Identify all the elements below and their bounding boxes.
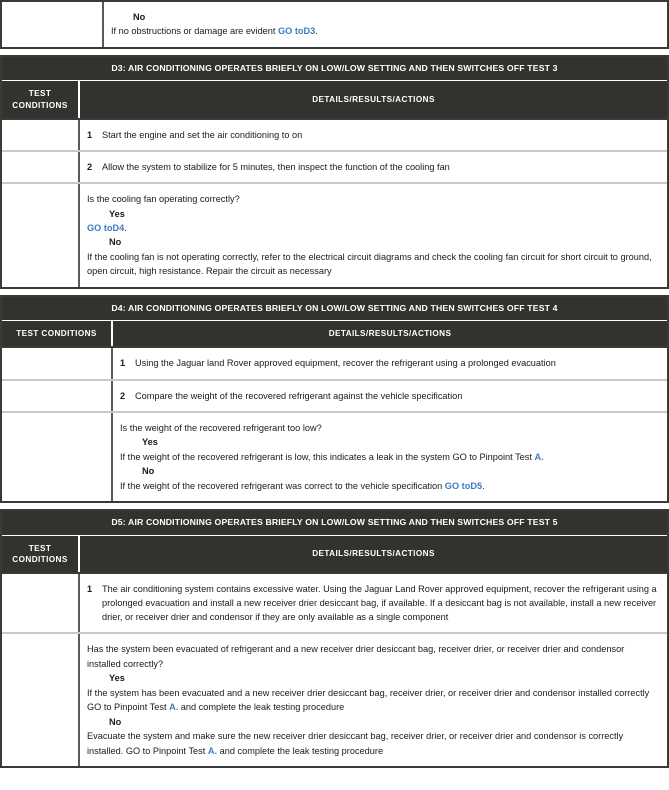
test-section-d4: D4: AIR CONDITIONING OPERATES BRIEFLY ON… (0, 294, 669, 503)
answer-text-before: If no obstructions or damage are evident (111, 26, 279, 37)
details-results-actions-cell: 1 The air conditioning system contains e… (80, 574, 667, 633)
pinpoint-test-link-a[interactable]: A. (535, 452, 544, 462)
goto-link-d3[interactable]: GO toD3 (278, 26, 315, 36)
goto-link-d4[interactable]: GO toD4 (87, 223, 124, 233)
answer-label-yes: Yes (142, 437, 158, 448)
step-text: Using the Jaguar land Rover approved equ… (135, 358, 556, 369)
step-text: Allow the system to stabilize for 5 minu… (102, 161, 450, 172)
details-results-actions-cell: 1 Using the Jaguar land Rover approved e… (113, 348, 667, 378)
answer-label-yes: Yes (109, 673, 125, 684)
table-row: 1 The air conditioning system contains e… (2, 571, 667, 633)
table-row: 1 Start the engine and set the air condi… (2, 117, 667, 150)
answer-text-no: If no obstructions or damage are evident… (111, 24, 657, 38)
test-conditions-cell (2, 151, 80, 183)
procedure-step: 2 Allow the system to stabilize for 5 mi… (80, 160, 657, 174)
test-conditions-cell (2, 348, 113, 379)
question-answer-block: Has the system been evacuated of refrige… (80, 642, 657, 758)
diagnostic-question: Is the weight of the recovered refrigera… (120, 422, 322, 433)
details-results-actions-cell: No If no obstructions or damage are evid… (104, 2, 667, 47)
procedure-step: 2 Compare the weight of the recovered re… (113, 389, 657, 403)
table-row: Has the system been evacuated of refrige… (2, 632, 667, 766)
answer-text-after: . (315, 26, 318, 37)
answer-no-before: If the cooling fan is not operating corr… (87, 251, 652, 277)
test-conditions-cell (2, 412, 113, 501)
answer-block: No If no obstructions or damage are evid… (104, 10, 657, 39)
table-row: Is the cooling fan operating correctly? … (2, 182, 667, 287)
diagnostic-question: Has the system been evacuated of refrige… (87, 644, 625, 669)
diagnostic-question: Is the cooling fan operating correctly? (87, 194, 240, 205)
column-header-row-d5: TEST CONDITIONS DETAILS/RESULTS/ACTIONS (2, 534, 667, 572)
question-answer-block: Is the cooling fan operating correctly? … (80, 192, 657, 279)
column-header-row-d4: TEST CONDITIONS DETAILS/RESULTS/ACTIONS (2, 320, 667, 347)
test-conditions-cell (2, 573, 80, 633)
answer-yes-after: and complete the leak testing procedure (178, 702, 345, 713)
step-number: 2 (120, 390, 126, 401)
step-number: 1 (87, 129, 93, 140)
test-section-d3: D3: AIR CONDITIONING OPERATES BRIEFLY ON… (0, 54, 669, 289)
answer-text-no: If the cooling fan is not operating corr… (87, 250, 657, 279)
question-answer-block: Is the weight of the recovered refrigera… (113, 421, 657, 493)
answer-label-no: No (133, 12, 146, 22)
column-header-details-results-actions: DETAILS/RESULTS/ACTIONS (312, 549, 435, 559)
test-conditions-cell (2, 634, 80, 766)
test-conditions-cell (2, 184, 80, 287)
details-results-actions-cell: 2 Compare the weight of the recovered re… (113, 381, 667, 411)
answer-label-yes: Yes (109, 208, 125, 219)
goto-link-d5[interactable]: GO toD5 (445, 481, 482, 491)
details-results-actions-cell: Is the cooling fan operating correctly? … (80, 184, 667, 287)
test-conditions-cell (2, 119, 80, 150)
table-row: 2 Allow the system to stabilize for 5 mi… (2, 149, 667, 183)
details-results-actions-cell: Is the weight of the recovered refrigera… (113, 413, 667, 501)
column-header-row-d3: TEST CONDITIONS DETAILS/RESULTS/ACTIONS (2, 80, 667, 118)
answer-no-after: . (482, 480, 485, 491)
step-text: Start the engine and set the air conditi… (102, 129, 303, 140)
answer-yes-after: . (124, 222, 127, 233)
answer-label-no: No (109, 237, 122, 248)
answer-text-yes: GO toD4. (87, 221, 657, 235)
table-row: Is the weight of the recovered refrigera… (2, 410, 667, 501)
column-header-test-conditions: TEST CONDITIONS (2, 321, 113, 347)
procedure-step: 1 Start the engine and set the air condi… (80, 128, 657, 142)
procedure-step: 1 The air conditioning system contains e… (80, 582, 657, 625)
column-header-details-results-actions: DETAILS/RESULTS/ACTIONS (312, 94, 435, 104)
answer-text-no: If the weight of the recovered refrigera… (120, 479, 657, 493)
column-header-test-conditions: TEST CONDITIONS (2, 81, 80, 118)
answer-text-yes: If the system has been evacuated and a n… (87, 686, 657, 715)
document-page: No If no obstructions or damage are evid… (0, 0, 669, 790)
pinpoint-test-link-a[interactable]: A. (208, 746, 217, 756)
table-row: No If no obstructions or damage are evid… (2, 2, 667, 47)
test-conditions-cell (2, 2, 104, 47)
table-row: 1 Using the Jaguar land Rover approved e… (2, 346, 667, 379)
continued-answer-block: No If no obstructions or damage are evid… (0, 0, 669, 49)
step-text: Compare the weight of the recovered refr… (135, 390, 463, 401)
step-text: The air conditioning system contains exc… (102, 583, 657, 623)
test-section-d5: D5: AIR CONDITIONING OPERATES BRIEFLY ON… (0, 509, 669, 768)
answer-no-after: and complete the leak testing procedure (217, 745, 384, 756)
section-banner-d5: D5: AIR CONDITIONING OPERATES BRIEFLY ON… (2, 511, 667, 535)
answer-no-before: If the weight of the recovered refrigera… (120, 480, 445, 491)
details-results-actions-cell: 2 Allow the system to stabilize for 5 mi… (80, 152, 667, 182)
section-banner-d4: D4: AIR CONDITIONING OPERATES BRIEFLY ON… (2, 296, 667, 321)
step-number: 2 (87, 161, 93, 172)
answer-text-no: Evacuate the system and make sure the ne… (87, 729, 657, 758)
answer-yes-before: If the weight of the recovered refrigera… (120, 451, 535, 462)
answer-label-no: No (109, 716, 122, 727)
step-number: 1 (120, 358, 126, 369)
test-conditions-cell (2, 380, 113, 411)
column-header-details-results-actions: DETAILS/RESULTS/ACTIONS (328, 329, 452, 339)
procedure-step: 1 Using the Jaguar land Rover approved e… (113, 356, 657, 370)
column-header-test-conditions: TEST CONDITIONS (2, 535, 80, 572)
pinpoint-test-link-a[interactable]: A. (169, 702, 178, 712)
details-results-actions-cell: Has the system been evacuated of refrige… (80, 634, 667, 766)
section-banner-d3: D3: AIR CONDITIONING OPERATES BRIEFLY ON… (2, 56, 667, 81)
step-number: 1 (87, 583, 93, 594)
table-row: 2 Compare the weight of the recovered re… (2, 378, 667, 411)
details-results-actions-cell: 1 Start the engine and set the air condi… (80, 120, 667, 150)
answer-text-yes: If the weight of the recovered refrigera… (120, 450, 657, 464)
answer-label-no: No (142, 466, 155, 477)
